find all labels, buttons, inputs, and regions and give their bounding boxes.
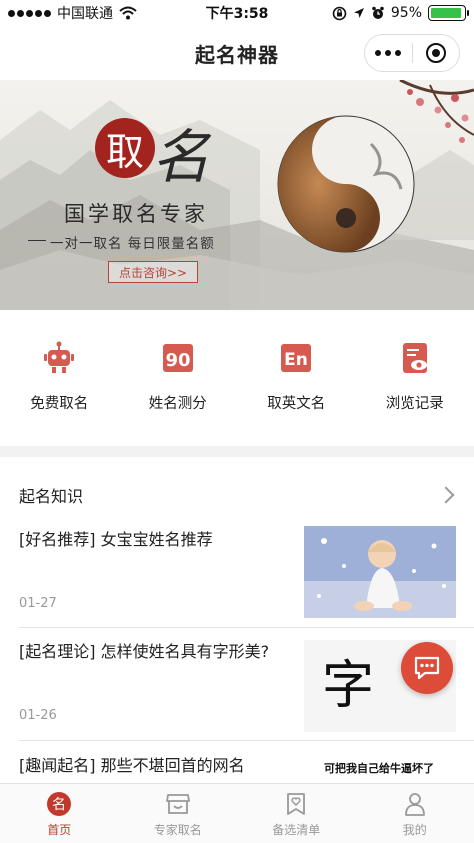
banner-title: 国学取名专家 — [64, 202, 208, 226]
en-icon: En — [276, 338, 316, 378]
tab-label: 备选清单 — [272, 823, 321, 837]
meme-image: 可把我自己给牛逼坏了 — [324, 762, 434, 775]
wifi-icon — [119, 6, 137, 20]
shop-icon — [164, 790, 192, 818]
person-icon — [401, 790, 429, 818]
article-thumbnail — [304, 526, 456, 618]
article-date: 01-26 — [19, 708, 57, 723]
action-english-name[interactable]: En 取英文名 — [237, 338, 356, 418]
robot-icon — [39, 338, 79, 378]
status-left: 中国联通 — [8, 3, 137, 23]
article-item[interactable]: [起名理论] 怎样使姓名具有字形美? 01-26 字 形 — [19, 638, 456, 732]
chat-fab-button[interactable] — [401, 642, 453, 694]
status-right: 95% — [332, 5, 469, 21]
tab-shortlist[interactable]: 备选清单 — [237, 784, 356, 843]
battery-fill — [431, 8, 462, 18]
tab-label: 专家取名 — [153, 823, 202, 837]
list-divider — [19, 740, 474, 741]
mini-program-capsule — [364, 34, 460, 72]
article-item[interactable]: [好名推荐] 女宝宝姓名推荐 01-27 — [19, 526, 456, 618]
action-browse-history[interactable]: 浏览记录 — [356, 338, 474, 418]
svg-text:名: 名 — [52, 797, 66, 813]
history-eye-icon — [395, 338, 435, 378]
location-arrow-icon — [353, 8, 364, 18]
banner-seal-char: 取 — [95, 118, 155, 178]
chat-bubble-icon — [414, 656, 440, 680]
app-screen: 中国联通 下午3:58 95% 起名神器 取 名 国学取名专家 一对一取名 每日… — [0, 0, 474, 843]
promo-banner[interactable]: 取 名 国学取名专家 一对一取名 每日限量名额 点击咨询>> — [0, 80, 474, 310]
article-date: 01-27 — [19, 596, 57, 611]
more-button[interactable] — [365, 35, 412, 71]
action-label: 浏览记录 — [385, 396, 444, 412]
action-free-naming[interactable]: 免费取名 — [0, 338, 119, 418]
score-90-icon: 90 — [158, 338, 198, 378]
tab-mine[interactable]: 我的 — [356, 784, 474, 843]
banner-subtitle: 一对一取名 每日限量名额 — [28, 232, 215, 252]
signal-icon — [8, 9, 51, 17]
chevron-right-icon — [437, 486, 455, 504]
tab-home[interactable]: 名 首页 — [0, 784, 119, 843]
tab-label: 首页 — [47, 823, 72, 837]
battery-percent: 95% — [390, 5, 422, 21]
alarm-icon — [372, 6, 384, 19]
svg-text:90: 90 — [165, 350, 190, 371]
action-name-score[interactable]: 90 姓名测分 — [119, 338, 238, 418]
baby-photo — [304, 526, 456, 618]
tab-bar: 名 首页 专家取名 备选清单 我的 — [0, 783, 474, 843]
section-divider — [0, 446, 474, 457]
bookmark-heart-icon — [282, 790, 310, 818]
yin-yang-icon — [277, 115, 415, 253]
consult-button[interactable]: 点击咨询>> — [108, 261, 198, 283]
action-label: 姓名测分 — [148, 396, 207, 412]
rotation-lock-icon — [332, 6, 347, 20]
close-program-button[interactable] — [413, 35, 460, 71]
section-title: 起名知识 — [19, 487, 84, 506]
knowledge-header[interactable]: 起名知识 — [19, 481, 456, 509]
banner-big-char: 名 — [152, 123, 211, 191]
page-title: 起名神器 — [195, 42, 279, 67]
tab-expert[interactable]: 专家取名 — [119, 784, 238, 843]
close-target-icon — [425, 43, 446, 63]
svg-text:En: En — [284, 350, 308, 370]
action-label: 免费取名 — [30, 396, 89, 412]
more-dots-icon — [375, 50, 402, 56]
carrier-label: 中国联通 — [57, 6, 113, 22]
list-divider — [19, 627, 474, 628]
action-label: 取英文名 — [267, 396, 326, 412]
home-seal-icon: 名 — [45, 790, 73, 818]
nav-bar: 起名神器 — [0, 26, 474, 80]
tab-label: 我的 — [402, 823, 427, 837]
battery-icon — [428, 5, 469, 21]
status-bar: 中国联通 下午3:58 95% — [0, 0, 474, 26]
quick-actions: 免费取名 90 姓名测分 En 取英文名 浏览记录 — [0, 338, 474, 418]
